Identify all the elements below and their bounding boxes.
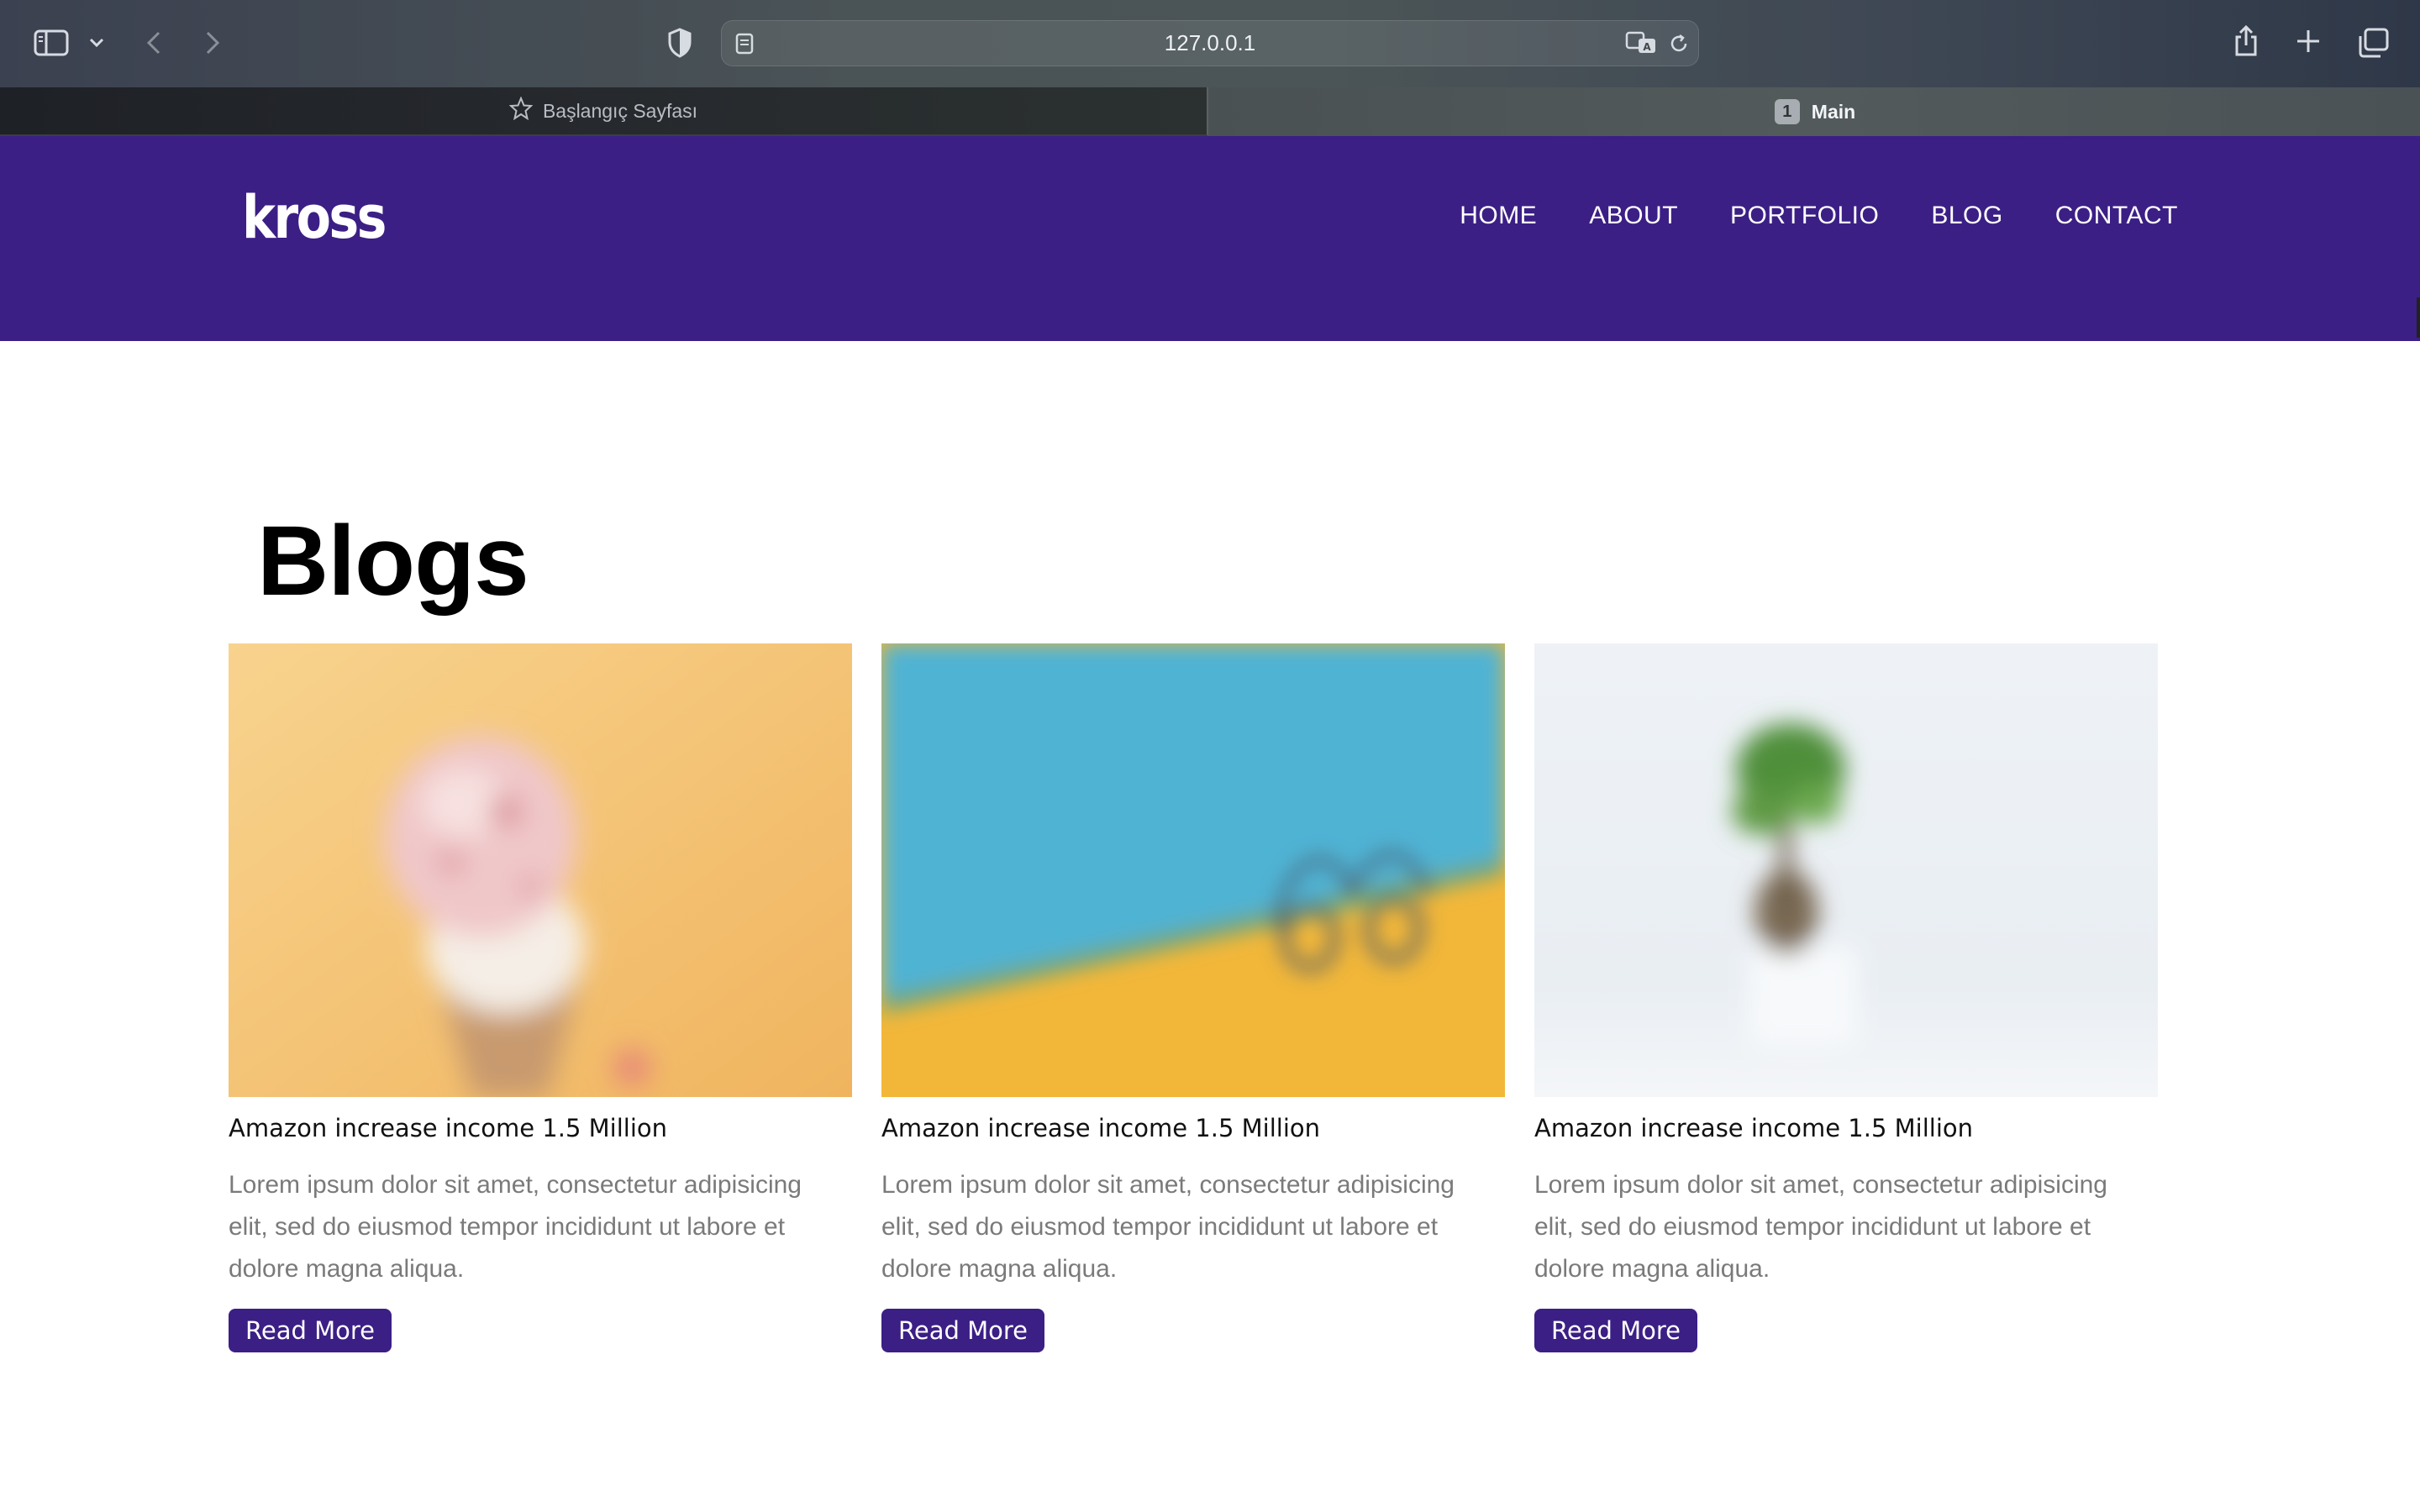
address-bar[interactable]: 127.0.0.1 A [721,20,1699,66]
tab-overview-icon[interactable] [2356,27,2390,59]
nav-portfolio[interactable]: PORTFOLIO [1730,202,1879,230]
page-title: Blogs [257,506,529,617]
bonsai-image[interactable] [1534,643,2158,1097]
tab-strip: Başlangıç Sayfası 1 Main [0,87,2420,136]
sidebar-toggle-icon[interactable] [32,29,71,57]
reload-icon[interactable] [1668,33,1690,55]
share-icon[interactable] [2232,24,2260,59]
card-excerpt: Lorem ipsum dolor sit amet, consectetur … [881,1171,1455,1283]
sunglasses-image[interactable] [881,643,1505,1097]
tab-label: Başlangıç Sayfası [542,99,698,122]
tab-badge: 1 [1774,99,1800,124]
nav-contact[interactable]: CONTACT [2055,202,2178,230]
chevron-down-icon[interactable] [87,34,106,52]
card-excerpt: Lorem ipsum dolor sit amet, consectetur … [1534,1171,2107,1283]
scrollbar-indicator[interactable] [2417,297,2420,338]
tab-start-page[interactable]: Başlangıç Sayfası [0,87,1208,136]
main-nav: HOME ABOUT PORTFOLIO BLOG CONTACT [1460,202,2178,230]
card-title[interactable]: Amazon increase income 1.5 Million [881,1114,1505,1142]
card-title[interactable]: Amazon increase income 1.5 Million [1534,1114,2158,1142]
star-icon [508,96,534,125]
privacy-shield-icon[interactable] [666,27,694,59]
blog-card: Amazon increase income 1.5 Million Lorem… [229,643,852,1352]
nav-about[interactable]: ABOUT [1589,202,1678,230]
blog-card: Amazon increase income 1.5 Million Lorem… [1534,643,2158,1352]
nav-blog[interactable]: BLOG [1931,202,2002,230]
read-more-button[interactable]: Read More [229,1309,392,1352]
site-header: kross HOME ABOUT PORTFOLIO BLOG CONTACT [0,136,2420,341]
nav-home[interactable]: HOME [1460,202,1537,230]
card-title[interactable]: Amazon increase income 1.5 Million [229,1114,852,1142]
blog-card: Amazon increase income 1.5 Million Lorem… [881,643,1505,1352]
ice-cream-image[interactable] [229,643,852,1097]
new-tab-plus-icon[interactable] [2294,27,2323,55]
read-more-button[interactable]: Read More [1534,1309,1697,1352]
back-arrow-icon[interactable] [141,29,166,57]
tab-main[interactable]: 1 Main [1210,87,2420,136]
address-text: 127.0.0.1 [1164,30,1256,55]
forward-arrow-icon[interactable] [200,29,225,57]
site-logo[interactable]: kross [242,183,387,252]
card-excerpt: Lorem ipsum dolor sit amet, consectetur … [229,1171,802,1283]
translate-icon[interactable]: A [1624,30,1658,55]
read-more-button[interactable]: Read More [881,1309,1044,1352]
tab-label: Main [1811,100,1856,123]
svg-text:A: A [1643,41,1651,53]
browser-toolbar: 127.0.0.1 A [0,0,2420,87]
